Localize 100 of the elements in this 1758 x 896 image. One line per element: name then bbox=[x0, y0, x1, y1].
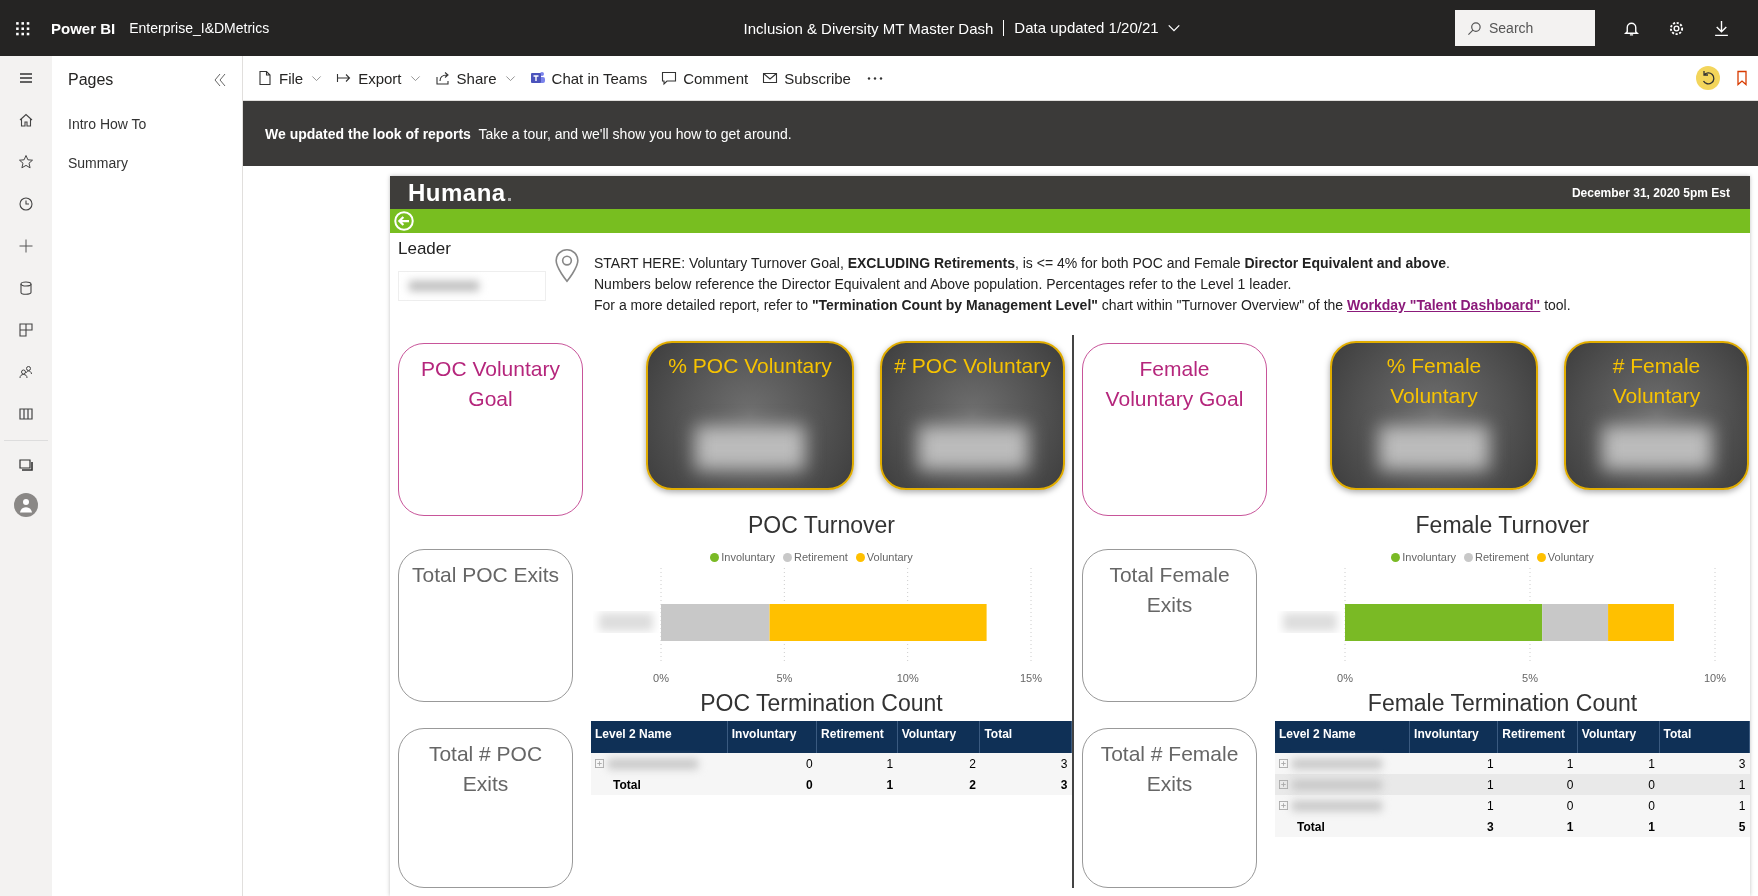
column-header[interactable]: Involuntary bbox=[727, 721, 817, 753]
table-cell: 1 bbox=[1577, 753, 1660, 774]
table-cell: Total bbox=[591, 774, 728, 795]
bookmark-icon[interactable] bbox=[1734, 70, 1750, 86]
table-title: POC Termination Count bbox=[699, 690, 944, 717]
axis-tick-label: 5% bbox=[1522, 672, 1538, 684]
avatar-icon[interactable] bbox=[14, 493, 38, 517]
chart-title: POC Turnover bbox=[747, 512, 896, 539]
legend-label: Voluntary bbox=[866, 551, 913, 563]
axis-tick-label: 10% bbox=[1704, 672, 1726, 684]
table-cell: 3 bbox=[979, 774, 1072, 795]
column-header[interactable]: Level 2 Name bbox=[591, 721, 728, 753]
goal-card: POC Voluntary Goal bbox=[398, 343, 583, 516]
column-header[interactable]: Voluntary bbox=[897, 721, 980, 753]
table-cell: 2 bbox=[897, 753, 980, 774]
table-cell: 1 bbox=[816, 774, 898, 795]
workspaces-icon[interactable] bbox=[18, 457, 34, 473]
banner-message: We updated the look of reports Take a tour, and we'll show you how to get around. bbox=[265, 125, 792, 142]
column-header[interactable]: Total bbox=[1659, 721, 1750, 753]
instruction-text: START HERE: Voluntary Turnover Goal, EXCLUDING Retirements, is <= 4% for both POC and Female Director Equivalent and above. bbox=[594, 254, 1451, 273]
table-cell: Total bbox=[1275, 816, 1410, 837]
table-cell: 0 bbox=[1497, 774, 1578, 795]
column-header[interactable]: Involuntary bbox=[1409, 721, 1498, 753]
toolbar-button[interactable]: Subscribe bbox=[756, 65, 857, 91]
legend-label: Retirement bbox=[1475, 551, 1529, 563]
axis-tick-label: 5% bbox=[776, 672, 793, 684]
table-cell: 3 bbox=[979, 753, 1072, 774]
report-date: December 31, 2020 5pm Est bbox=[1571, 185, 1730, 200]
app-launcher-icon[interactable] bbox=[14, 19, 31, 37]
page-item[interactable]: Intro How To bbox=[68, 104, 147, 143]
table-cell: 5 bbox=[1659, 816, 1750, 837]
toolbar-button[interactable]: Export bbox=[330, 65, 427, 91]
home-icon[interactable] bbox=[18, 112, 34, 128]
toolbar-button[interactable]: Comment bbox=[655, 65, 755, 91]
chart-title: Female Turnover bbox=[1414, 512, 1591, 539]
kpi-card: # POC Voluntary bbox=[880, 341, 1065, 490]
table-cell: 1 bbox=[1497, 753, 1578, 774]
talent-dashboard-link[interactable]: Workday "Talent Dashboard" bbox=[1347, 297, 1541, 313]
search-field[interactable]: Search bbox=[1455, 10, 1595, 46]
toolbar-button[interactable]: File bbox=[251, 65, 329, 91]
legend-label: Involuntary bbox=[1402, 551, 1457, 563]
comment-icon bbox=[661, 70, 678, 86]
table-cell: 3 bbox=[1659, 753, 1750, 774]
more-icon[interactable] bbox=[866, 75, 883, 81]
legend-label: Voluntary bbox=[1547, 551, 1594, 563]
star-icon[interactable] bbox=[18, 154, 34, 170]
column-header[interactable]: Total bbox=[979, 721, 1072, 753]
cylinder-icon[interactable] bbox=[18, 280, 34, 296]
table-cell: 0 bbox=[727, 753, 817, 774]
workspace-name[interactable]: Enterprise_I&DMetrics bbox=[129, 20, 270, 36]
table-cell: 0 bbox=[1577, 774, 1660, 795]
pages-title: Pages bbox=[68, 71, 114, 89]
axis-tick-label: 15% bbox=[1020, 672, 1042, 684]
book-icon[interactable] bbox=[18, 406, 34, 422]
kpi-card: Total # POC Exits bbox=[398, 728, 573, 888]
data-updated-dropdown[interactable]: Data updated 1/20/21 bbox=[1003, 20, 1181, 36]
goal-card: Female Voluntary Goal bbox=[1082, 343, 1267, 516]
kpi-card: Total POC Exits bbox=[398, 549, 573, 702]
toolbar-button[interactable]: Share bbox=[428, 65, 522, 91]
mail-icon bbox=[762, 70, 779, 86]
axis-tick-label: 0% bbox=[653, 672, 669, 684]
settings-icon[interactable] bbox=[1668, 19, 1685, 37]
column-header[interactable]: Retirement bbox=[1497, 721, 1578, 753]
download-icon[interactable] bbox=[1713, 19, 1730, 37]
toolbar-button[interactable]: Chat in Teams bbox=[523, 65, 654, 91]
reset-icon[interactable] bbox=[1696, 66, 1720, 90]
page-item[interactable]: Summary bbox=[68, 143, 128, 182]
notification-bell-icon[interactable] bbox=[1623, 19, 1640, 37]
legend-label: Involuntary bbox=[721, 551, 776, 563]
kpi-card: Total # Female Exits bbox=[1082, 728, 1257, 888]
menu-icon[interactable] bbox=[18, 70, 34, 86]
table-cell: 0 bbox=[1497, 795, 1578, 816]
people-icon[interactable] bbox=[18, 364, 34, 380]
app-name[interactable]: Power BI bbox=[51, 19, 116, 37]
collapse-icon[interactable] bbox=[212, 72, 228, 88]
table-cell: 2 bbox=[897, 774, 980, 795]
kpi-card: # Female Voluntary bbox=[1564, 341, 1749, 490]
search-icon bbox=[1467, 21, 1482, 36]
axis-tick-label: 10% bbox=[896, 672, 919, 684]
legend-label: Retirement bbox=[794, 551, 848, 563]
table-title: Female Termination Count bbox=[1366, 690, 1639, 717]
kpi-card: % POC Voluntary bbox=[646, 341, 854, 490]
column-header[interactable]: Retirement bbox=[816, 721, 898, 753]
report-title: Inclusion & Diversity MT Master Dash bbox=[743, 19, 994, 37]
slicer-label: Leader bbox=[398, 239, 451, 258]
table-cell: 0 bbox=[1577, 795, 1660, 816]
table-cell: 1 bbox=[1409, 753, 1498, 774]
column-header[interactable]: Voluntary bbox=[1577, 721, 1660, 753]
table-cell: 1 bbox=[1577, 816, 1660, 837]
table-cell: 1 bbox=[1497, 816, 1578, 837]
apps-icon[interactable] bbox=[18, 322, 34, 338]
share-icon bbox=[434, 70, 451, 86]
table-cell: 1 bbox=[816, 753, 898, 774]
column-header[interactable]: Level 2 Name bbox=[1275, 721, 1410, 753]
table-cell: 1 bbox=[1409, 795, 1498, 816]
instruction-text: For a more detailed report, refer to "Termination Count by Management Level" chart within "Turnover Overview" of the Workday "Talent Dashboard" tool. bbox=[594, 296, 1571, 315]
kpi-card: % Female Voluntary bbox=[1330, 341, 1538, 490]
instruction-text: Numbers below reference the Director Equivalent and Above population. Percentages refer to the Level 1 leader. bbox=[594, 275, 1293, 294]
clock-icon[interactable] bbox=[18, 196, 34, 212]
blurred-category-label bbox=[1283, 613, 1337, 631]
